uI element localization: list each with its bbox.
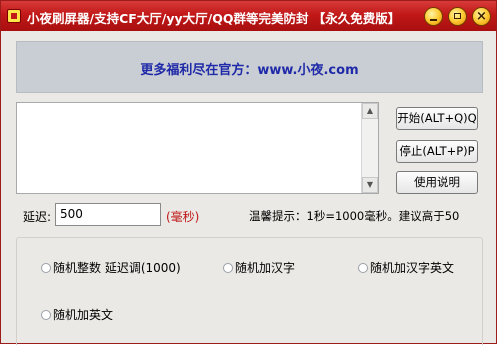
minimize-icon: [430, 19, 437, 21]
help-button[interactable]: 使用说明: [396, 171, 478, 194]
scroll-up-icon[interactable]: ▲: [362, 103, 378, 119]
option-random-integer[interactable]: 随机整数 延迟调(1000): [41, 259, 181, 276]
radio-icon[interactable]: [358, 263, 368, 273]
stop-button[interactable]: 停止(ALT+P)P: [396, 140, 478, 163]
delay-unit-label: (毫秒): [166, 210, 200, 224]
option-random-chinese-english[interactable]: 随机加汉字英文: [358, 259, 454, 276]
option-random-chinese[interactable]: 随机加汉字: [223, 259, 295, 276]
banner-text: 更多福利尽在官方：www.小夜.com: [140, 63, 359, 78]
radio-icon[interactable]: [41, 310, 51, 320]
close-icon: ×: [476, 9, 487, 24]
start-button[interactable]: 开始(ALT+Q)Q: [396, 107, 478, 130]
vertical-scrollbar[interactable]: ▲ ▼: [361, 103, 378, 193]
promo-banner[interactable]: 更多福利尽在官方：www.小夜.com: [16, 41, 483, 93]
minimize-button[interactable]: [424, 7, 443, 26]
radio-icon[interactable]: [41, 263, 51, 273]
maximize-button[interactable]: [448, 7, 467, 26]
option-label: 随机整数 延迟调(1000): [53, 261, 181, 275]
tip-text: 温馨提示：1秒=1000毫秒。建议高于50: [249, 209, 460, 223]
delay-input[interactable]: 500: [55, 203, 161, 226]
close-button[interactable]: ×: [472, 7, 491, 26]
option-random-english[interactable]: 随机加英文: [41, 306, 113, 323]
delay-label: 延迟:: [23, 210, 52, 224]
app-logo-icon: [7, 9, 21, 23]
app-window: 小夜刷屏器/支持CF大厅/yy大厅/QQ群等完美防封 【永久免费版】 × 更多福…: [0, 0, 497, 345]
options-group: [16, 237, 483, 345]
option-label: 随机加汉字英文: [370, 261, 455, 275]
scroll-down-icon[interactable]: ▼: [362, 177, 378, 193]
window-title: 小夜刷屏器/支持CF大厅/yy大厅/QQ群等完美防封 【永久免费版】: [27, 11, 401, 26]
option-label: 随机加英文: [53, 308, 114, 322]
title-bar[interactable]: 小夜刷屏器/支持CF大厅/yy大厅/QQ群等完美防封 【永久免费版】 ×: [1, 1, 496, 31]
option-label: 随机加汉字: [235, 261, 296, 275]
message-log-textarea[interactable]: ▲ ▼: [16, 102, 379, 194]
radio-icon[interactable]: [223, 263, 233, 273]
maximize-icon: [454, 13, 461, 19]
